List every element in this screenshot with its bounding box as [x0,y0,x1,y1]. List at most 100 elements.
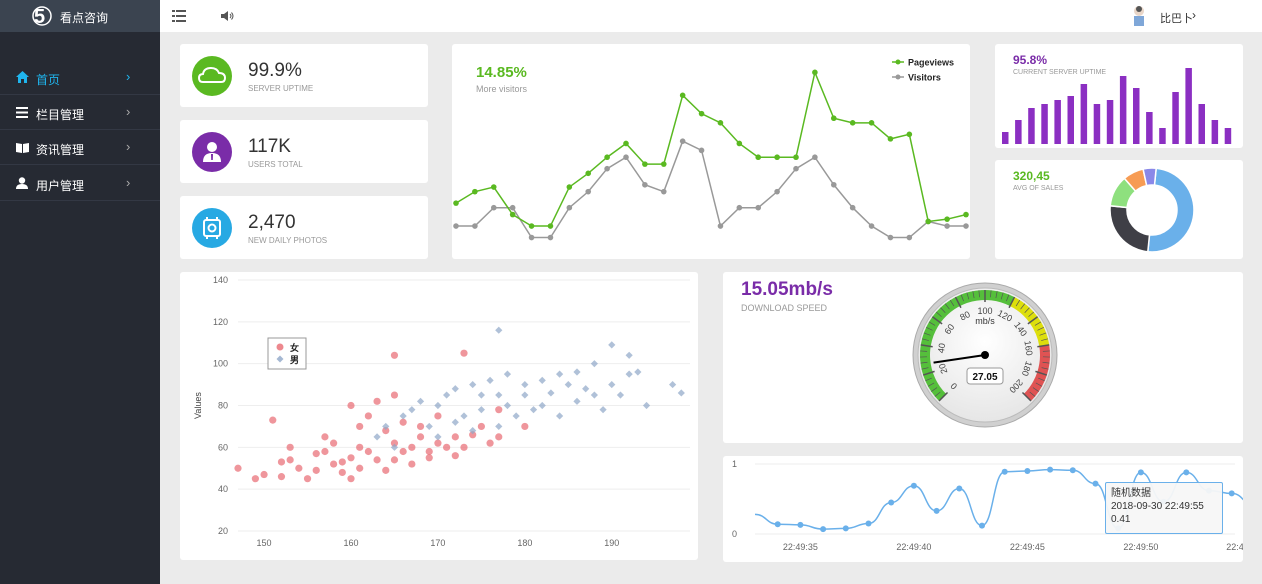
data-point [528,234,535,241]
data-point [642,181,648,188]
legend-marker [895,74,901,80]
scatter-point [338,458,346,466]
data-point [887,136,894,142]
data-point [736,204,743,211]
top-bar: 5 看点咨询 比巴卜 › [0,0,1262,32]
data-point [979,522,985,529]
gauge-tick-label: 100 [977,306,992,316]
scatter-point [564,380,572,389]
data-point [604,165,610,172]
stat-icon-circle [192,132,232,172]
chevron-right-icon: › [126,175,131,190]
speed-gauge: 020406080 100 120140160180200mb/s27.05 [912,282,1058,428]
data-point [585,170,592,177]
logo-area[interactable]: 5 看点咨询 [0,0,160,32]
scatter-point [556,370,564,378]
data-point [453,200,459,206]
data-point [679,92,686,99]
sidebar-item-columns[interactable]: 栏目管理 › [0,95,160,130]
realtime-chart-card: 0 1 22:49:35 22:49:40 22:49:45 22:49:50 22:4 随… [723,456,1243,562]
scatter-point [669,380,677,389]
scatter-point [425,422,433,431]
bar [1185,68,1192,144]
x-tick-label: 22:49:50 [1123,542,1158,552]
legend-label: 女 [290,342,299,353]
scatter-point [312,450,320,458]
scatter-point [399,447,407,456]
avatar[interactable] [1131,5,1147,27]
user-suit-icon [203,142,221,162]
stat-card-users: 117K USERS TOTAL [180,120,428,183]
scatter-point [573,368,581,376]
bar [1172,92,1179,144]
scatter-point [608,341,616,349]
series-line-visitors [456,140,966,239]
data-point [1183,469,1190,476]
data-point [797,521,804,528]
scatter-point [529,406,538,414]
scatter-point [269,416,277,424]
sidebar-item-label: 资讯管理 [36,143,85,157]
scatter-point [625,351,633,359]
scatter-point [495,422,503,431]
scatter-point [486,439,494,447]
sales-card: 320,45 AVG OF SALES [995,160,1243,259]
chevron-right-icon: › [126,104,131,119]
scatter-point [373,433,381,441]
speaker-icon[interactable] [221,10,235,22]
scatter-point [608,380,616,389]
data-point [566,204,573,211]
scatter-point [408,443,416,451]
scatter-point [356,422,364,431]
scatter-point [443,443,451,451]
scatter-point [486,376,494,384]
data-point [963,223,969,229]
server-uptime-card: 95.8% CURRENT SERVER UPTIME [995,44,1243,148]
x-tick-label: 22:49:35 [783,542,818,552]
traffic-chart-card: 14.85% More visitors Pageviews Visitors [452,44,970,259]
data-point [660,161,667,167]
scatter-point [399,418,407,426]
menu-toggle-icon[interactable] [172,10,186,22]
scatter-chart: 20 40 60 80 100 120 140 150 160 170 180 190 Values 女男 [193,275,690,548]
user-name[interactable]: 比巴卜 [1160,10,1193,26]
data-point [660,188,667,195]
scatter-point [373,456,381,464]
chevron-right-icon[interactable]: › [1192,8,1196,22]
bar [1119,76,1127,144]
bar [1054,100,1061,144]
scatter-point [330,460,338,468]
sidebar-item-users[interactable]: 用户管理 › [0,166,160,201]
data-point [472,223,478,229]
bar [1028,108,1035,144]
stat-card-uptime: 99.9% SERVER UPTIME [180,44,428,107]
stat-label: USERS TOTAL [248,160,303,169]
cloud-icon [197,66,227,83]
stat-value: 2,470 [248,212,296,233]
data-point [1024,468,1031,474]
scatter-point [469,380,477,389]
data-point [1047,466,1054,473]
data-point [842,525,849,532]
data-point [887,234,894,241]
data-point [755,154,762,161]
scatter-point [321,433,329,441]
legend-label: 男 [290,355,299,365]
sidebar-item-home[interactable]: 首页 › [0,60,160,95]
scatter-point [477,422,485,431]
x-tick-label: 22:49:40 [896,542,931,552]
data-point [868,223,875,229]
sidebar-item-label: 用户管理 [36,179,85,193]
scatter-point [677,389,685,397]
data-point [1137,469,1144,476]
sidebar-item-news[interactable]: 资讯管理 › [0,130,160,165]
bar [1015,120,1022,144]
data-point [453,223,459,229]
stat-value: 117K [248,136,291,157]
y-tick-label: 140 [213,275,228,285]
data-point [812,69,818,76]
scatter-point [538,376,546,384]
x-tick-label: 150 [257,538,272,548]
bar [1041,104,1048,144]
scatter-point [425,447,433,456]
